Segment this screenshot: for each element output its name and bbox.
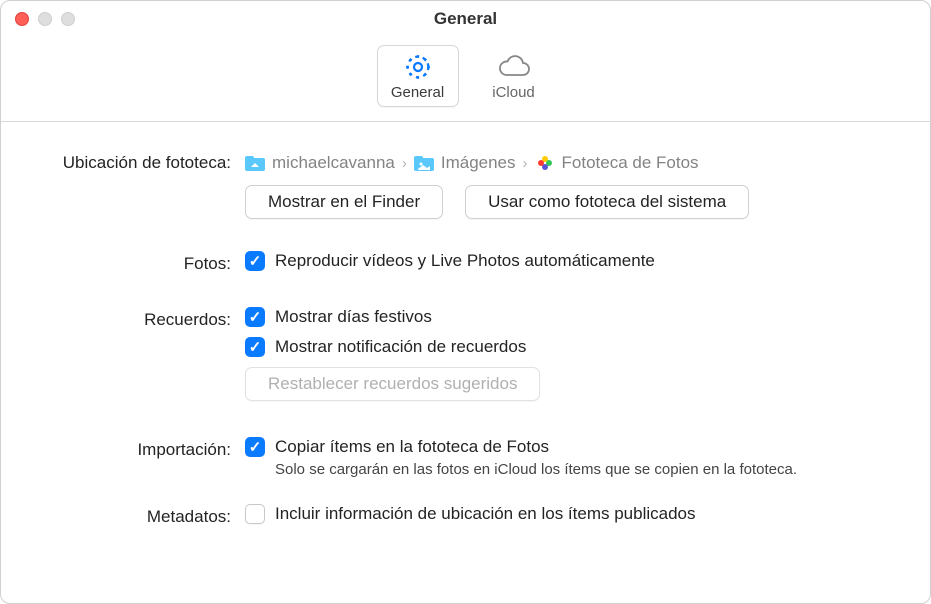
- check-icon: ✓: [249, 254, 262, 269]
- content-area: Ubicación de fototeca: michaelcavanna › …: [1, 122, 930, 560]
- autoplay-label: Reproducir vídeos y Live Photos automáti…: [275, 251, 655, 271]
- breadcrumb-seg-1: michaelcavanna: [272, 153, 395, 173]
- copy-items-label: Copiar ítems en la fototeca de Fotos: [275, 437, 549, 457]
- holidays-label: Mostrar días festivos: [275, 307, 432, 327]
- traffic-lights: [15, 12, 75, 26]
- breadcrumb-seg-3: Fototeca de Fotos: [562, 153, 699, 173]
- show-in-finder-button[interactable]: Mostrar en el Finder: [245, 185, 443, 219]
- holidays-checkbox[interactable]: ✓: [245, 307, 265, 327]
- chevron-right-icon: ›: [402, 155, 407, 172]
- home-folder-icon: [245, 155, 265, 171]
- photos-library-icon: [535, 155, 555, 171]
- titlebar: General: [1, 1, 930, 37]
- memories-label: Recuerdos:: [23, 307, 245, 330]
- toolbar: General iCloud: [1, 37, 930, 122]
- breadcrumb-seg-2: Imágenes: [441, 153, 516, 173]
- close-window-button[interactable]: [15, 12, 29, 26]
- tab-general[interactable]: General: [377, 45, 459, 107]
- reset-memories-button: Restablecer recuerdos sugeridos: [245, 367, 540, 401]
- autoplay-checkbox[interactable]: ✓: [245, 251, 265, 271]
- window-title: General: [434, 9, 497, 29]
- cloud-icon: [495, 52, 533, 82]
- location-label: Ubicación de fototeca:: [23, 150, 245, 173]
- check-icon: ✓: [249, 310, 262, 325]
- check-icon: ✓: [249, 440, 262, 455]
- preferences-window: General General iCloud Ubicación d: [0, 0, 931, 604]
- include-location-checkbox[interactable]: [245, 504, 265, 524]
- metadata-label: Metadatos:: [23, 504, 245, 527]
- minimize-window-button[interactable]: [38, 12, 52, 26]
- check-icon: ✓: [249, 340, 262, 355]
- memories-notification-checkbox[interactable]: ✓: [245, 337, 265, 357]
- include-location-label: Incluir información de ubicación en los …: [275, 504, 696, 524]
- use-as-system-library-button[interactable]: Usar como fototeca del sistema: [465, 185, 749, 219]
- copy-items-checkbox[interactable]: ✓: [245, 437, 265, 457]
- tab-general-label: General: [391, 84, 444, 101]
- tab-icloud-label: iCloud: [492, 84, 535, 101]
- chevron-right-icon: ›: [523, 155, 528, 172]
- breadcrumb: michaelcavanna › Imágenes ›: [245, 150, 908, 185]
- memories-notification-label: Mostrar notificación de recuerdos: [275, 337, 526, 357]
- zoom-window-button[interactable]: [61, 12, 75, 26]
- pictures-folder-icon: [414, 155, 434, 171]
- import-label: Importación:: [23, 437, 245, 460]
- tab-icloud[interactable]: iCloud: [473, 45, 555, 107]
- photos-label: Fotos:: [23, 251, 245, 274]
- gear-icon: [403, 52, 433, 82]
- copy-items-help: Solo se cargarán en las fotos en iCloud …: [275, 461, 908, 478]
